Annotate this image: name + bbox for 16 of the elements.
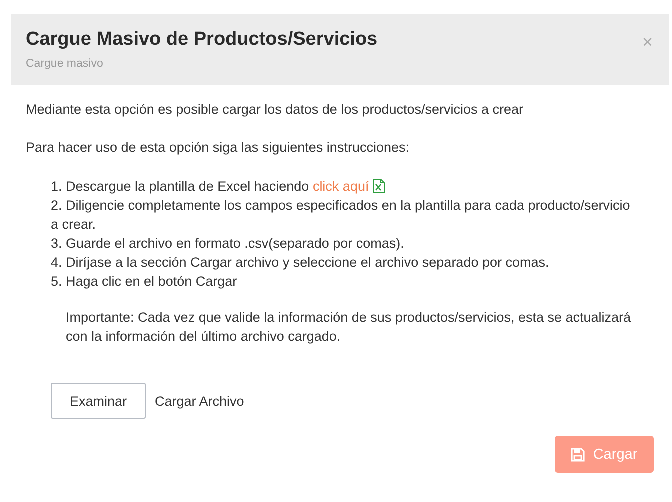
intro-text: Mediante esta opción es posible cargar los datos de los productos/servicios a crear	[26, 102, 525, 117]
step-text: 5. Haga clic en el botón Cargar	[51, 273, 238, 291]
download-link[interactable]: click aquí	[312, 179, 370, 194]
save-icon	[571, 448, 586, 462]
close-button[interactable]: ×	[642, 32, 653, 52]
step-text: 2. Diligencie completamente los campos especificados en la plantilla para cada producto/servicio a crear.	[51, 197, 632, 234]
file-label: Cargar Archivo	[155, 394, 244, 408]
step-text: 1. Descargue la plantilla de Excel haciendo	[51, 179, 310, 194]
browse-button[interactable]: Examinar	[51, 383, 146, 419]
step-text: 4. Diríjase a la sección Cargar archivo y seleccione el archivo separado por comas.	[51, 254, 550, 272]
spreadsheet-icon	[372, 179, 385, 193]
modal-title: Cargue Masivo de Productos/Servicios	[26, 29, 378, 51]
modal-subtitle: Cargue masivo	[26, 58, 104, 70]
note-text: Importante: Cada vez que valide la información de sus productos/servicios, esta se actualizará con la información del último archivo cargado.	[66, 309, 632, 346]
step-text: 3. Guarde el archivo en formato .csv(separado por comas).	[51, 235, 406, 253]
instructions-heading: Para hacer uso de esta opción siga las siguientes instrucciones:	[26, 140, 410, 155]
